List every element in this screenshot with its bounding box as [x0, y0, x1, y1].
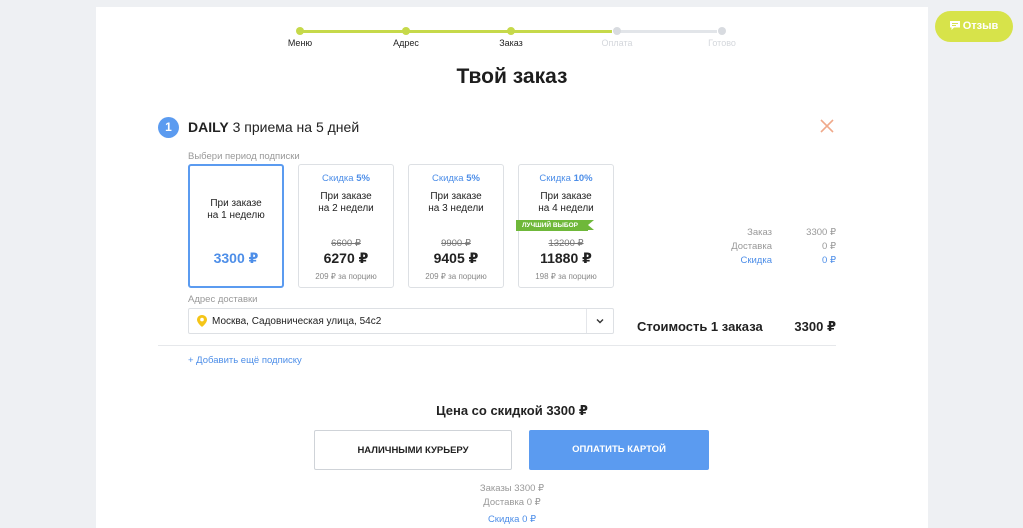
period-option-2-weeks[interactable]: Скидка 5% При заказе на 2 недели 6600 ₽ … — [298, 164, 394, 288]
option-line2: на 4 недели — [538, 203, 594, 214]
discount-value: 5% — [356, 173, 370, 184]
option-line2: на 3 недели — [428, 203, 484, 214]
progress-track-segment — [513, 30, 612, 33]
discount-value: 10% — [573, 173, 593, 184]
option-old-price: 13200 ₽ — [548, 238, 584, 249]
progress-track-segment — [299, 30, 404, 33]
footer-discount: Скидка 0 ₽ — [487, 514, 537, 525]
step-label-order[interactable]: Заказ — [499, 38, 523, 48]
option-old-price: 6600 ₽ — [331, 238, 361, 249]
option-price: 9405 ₽ — [433, 250, 479, 266]
step-label-payment: Оплата — [601, 38, 633, 48]
review-button[interactable]: Отзыв — [935, 11, 1013, 42]
order-card: Меню Адрес Заказ Оплата Готово Твой зака… — [96, 7, 928, 528]
option-description: При заказе на 1 неделю — [190, 198, 282, 222]
pay-card-button[interactable]: ОПЛАТИТЬ КАРТОЙ — [529, 430, 709, 470]
footer-orders: Заказы 3300 ₽ — [479, 483, 545, 494]
discount-value: 5% — [466, 173, 480, 184]
period-option-3-weeks[interactable]: Скидка 5% При заказе на 3 недели 9900 ₽ … — [408, 164, 504, 288]
option-discount: Скидка 10% — [519, 173, 613, 184]
page-title: Твой заказ — [456, 65, 568, 88]
progress-dot-done — [718, 27, 726, 35]
progress-dot-menu — [296, 27, 304, 35]
progress-stepper: Меню Адрес Заказ Оплата Готово — [96, 27, 928, 57]
order-cost-value: 3300 ₽ — [794, 319, 836, 334]
progress-dot-address — [402, 27, 410, 35]
summary-discount-label: Скидка — [740, 255, 772, 266]
option-old-price: 9900 ₽ — [441, 238, 471, 249]
discount-prefix: Скидка — [539, 173, 571, 184]
footer-delivery: Доставка 0 ₽ — [483, 497, 541, 508]
location-pin-icon — [197, 315, 207, 327]
section-divider — [158, 345, 836, 346]
option-description: При заказе на 3 недели — [409, 191, 503, 215]
select-separator — [586, 309, 587, 333]
option-per-portion: 198 ₽ за порцию — [535, 272, 597, 281]
option-discount: Скидка 5% — [409, 173, 503, 184]
plan-heading: DAILY 3 приема на 5 дней — [188, 119, 359, 135]
option-discount: Скидка 5% — [299, 173, 393, 184]
progress-dot-payment — [613, 27, 621, 35]
option-line2: на 1 неделю — [207, 210, 265, 221]
address-value: Москва, Садовническая улица, 54с2 — [212, 316, 382, 327]
review-label: Отзыв — [962, 20, 999, 32]
option-per-portion: 209 ₽ за порцию — [315, 272, 377, 281]
option-description: При заказе на 4 недели — [519, 191, 613, 215]
chat-icon — [949, 21, 960, 30]
step-label-address[interactable]: Адрес — [393, 38, 419, 48]
chevron-down-icon[interactable] — [595, 316, 605, 326]
best-choice-ribbon: ЛУЧШИЙ ВЫБОР — [516, 220, 594, 231]
option-price: 6270 ₽ — [323, 250, 369, 266]
summary-delivery-label: Доставка — [731, 241, 772, 252]
period-hint: Выбери период подписки — [188, 151, 300, 162]
discount-prefix: Скидка — [322, 173, 354, 184]
address-label: Адрес доставки — [188, 294, 258, 305]
discounted-price: Цена со скидкой 3300 ₽ — [436, 403, 588, 418]
discount-prefix: Скидка — [432, 173, 464, 184]
close-icon[interactable] — [820, 119, 834, 133]
plan-name: DAILY — [188, 119, 229, 135]
summary-delivery-value: 0 ₽ — [822, 241, 836, 252]
period-option-1-week[interactable]: При заказе на 1 неделю 3300 ₽ — [188, 164, 284, 288]
progress-dot-order — [507, 27, 515, 35]
subscription-number-badge: 1 — [158, 117, 179, 138]
option-line1: При заказе — [210, 198, 262, 209]
option-price: 11880 ₽ — [540, 250, 592, 266]
progress-track-segment — [409, 30, 508, 33]
summary-order-label: Заказ — [747, 227, 772, 238]
step-label-done: Готово — [708, 38, 736, 48]
address-select[interactable]: Москва, Садовническая улица, 54с2 — [188, 308, 614, 334]
option-line1: При заказе — [320, 191, 372, 202]
order-cost-label: Стоимость 1 заказа — [637, 319, 763, 334]
option-line1: При заказе — [430, 191, 482, 202]
summary-order-value: 3300 ₽ — [806, 227, 836, 238]
pay-cash-button[interactable]: НАЛИЧНЫМИ КУРЬЕРУ — [314, 430, 512, 470]
option-price: 3300 ₽ — [213, 250, 259, 266]
progress-track-segment — [617, 30, 717, 33]
option-line1: При заказе — [540, 191, 592, 202]
plan-description: 3 приема на 5 дней — [232, 119, 360, 135]
option-description: При заказе на 2 недели — [299, 191, 393, 215]
option-line2: на 2 недели — [318, 203, 374, 214]
step-label-menu[interactable]: Меню — [288, 38, 312, 48]
summary-discount-value: 0 ₽ — [822, 255, 836, 266]
option-per-portion: 209 ₽ за порцию — [425, 272, 487, 281]
add-subscription-link[interactable]: + Добавить ещё подписку — [188, 355, 302, 366]
